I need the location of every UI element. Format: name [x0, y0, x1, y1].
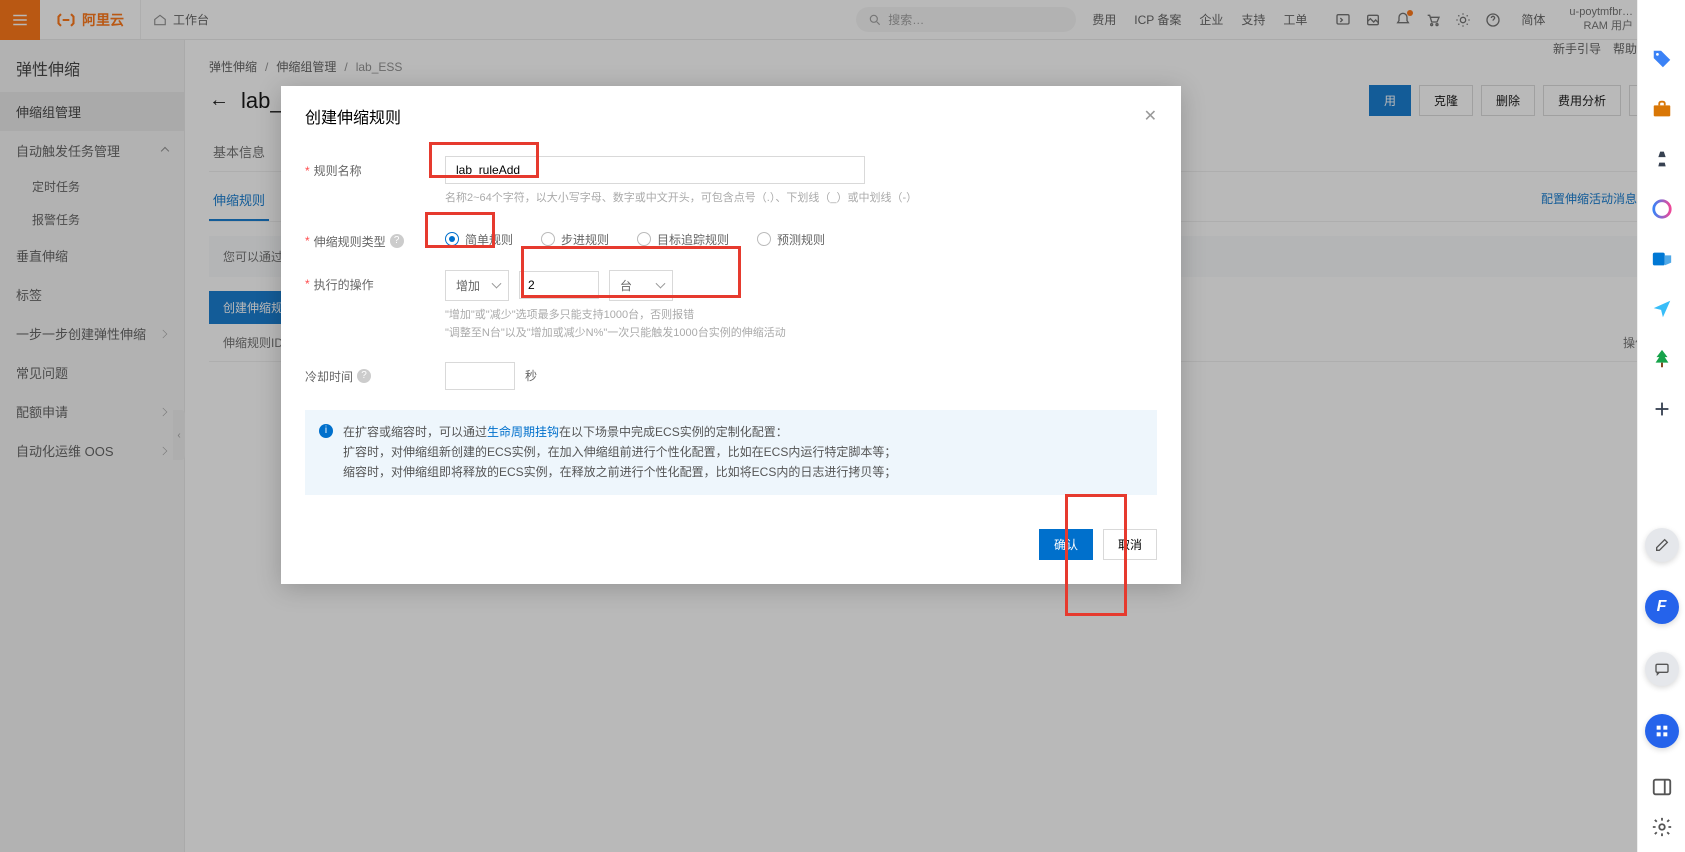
radio-target[interactable]: 目标追踪规则 [637, 231, 729, 248]
plus-icon[interactable] [1651, 398, 1673, 420]
label-rule-type: 伸缩规则类型 [314, 233, 386, 250]
panel-icon[interactable] [1651, 776, 1673, 798]
action-hint-1: "增加"或"减少"选项最多只能支持1000台，否则报错 [445, 307, 1157, 324]
create-rule-modal: 创建伸缩规则 ✕ * 规则名称 名称2~64个字符，以大小写字母、数字或中文开头，… [281, 86, 1181, 584]
briefcase-icon[interactable] [1651, 98, 1673, 120]
edit-fab[interactable] [1645, 528, 1679, 562]
lifecycle-hook-link[interactable]: 生命周期挂钩 [487, 425, 559, 439]
radio-simple[interactable]: 简单规则 [445, 231, 513, 248]
outlook-icon[interactable] [1651, 248, 1673, 270]
modal-title: 创建伸缩规则 [305, 104, 401, 128]
radio-step[interactable]: 步进规则 [541, 231, 609, 248]
help-icon[interactable]: ? [357, 369, 371, 383]
chess-icon[interactable] [1651, 148, 1673, 170]
cancel-button[interactable]: 取消 [1103, 529, 1157, 560]
info-line-2: 扩容时，对伸缩组新创建的ECS实例，在加入伸缩组前进行个性化配置，比如在ECS内… [343, 442, 896, 462]
f-fab[interactable]: F [1645, 590, 1679, 624]
radio-predict[interactable]: 预测规则 [757, 231, 825, 248]
tag-icon[interactable] [1651, 48, 1673, 70]
action-hint-2: "调整至N台"以及"增加或减少N%"一次只能触发1000台实例的伸缩活动 [445, 325, 1157, 342]
close-icon[interactable]: ✕ [1144, 106, 1157, 126]
rule-name-hint: 名称2~64个字符，以大小写字母、数字或中文开头，可包含点号（.）、下划线（_）… [445, 190, 1157, 207]
info-line-1b: 在以下场景中完成ECS实例的定制化配置： [559, 425, 788, 439]
action-unit-select[interactable]: 台 [609, 270, 673, 301]
cooldown-input[interactable] [445, 362, 515, 390]
rule-name-input[interactable] [445, 156, 865, 184]
label-rule-name: 规则名称 [314, 162, 362, 179]
label-cooldown: 冷却时间 [305, 368, 353, 385]
required-mark: * [305, 164, 310, 178]
action-value-input[interactable] [519, 271, 599, 299]
right-toolbar: F [1637, 0, 1685, 852]
gear-icon[interactable] [1651, 816, 1673, 838]
seconds-label: 秒 [525, 367, 537, 384]
copilot-icon[interactable] [1651, 198, 1673, 220]
help-icon[interactable]: ? [390, 234, 404, 248]
send-icon[interactable] [1651, 298, 1673, 320]
info-line-3: 缩容时，对伸缩组即将释放的ECS实例，在释放之前进行个性化配置，比如将ECS内的… [343, 462, 896, 482]
info-box: i 在扩容或缩容时，可以通过生命周期挂钩在以下场景中完成ECS实例的定制化配置：… [305, 410, 1157, 495]
info-icon: i [319, 424, 333, 438]
tree-icon[interactable] [1651, 348, 1673, 370]
grid-fab[interactable] [1645, 714, 1679, 748]
label-action: 执行的操作 [314, 276, 374, 293]
action-mode-select[interactable]: 增加 [445, 270, 509, 301]
ok-button[interactable]: 确认 [1039, 529, 1093, 560]
chat-fab[interactable] [1645, 652, 1679, 686]
info-line-1a: 在扩容或缩容时，可以通过 [343, 425, 487, 439]
